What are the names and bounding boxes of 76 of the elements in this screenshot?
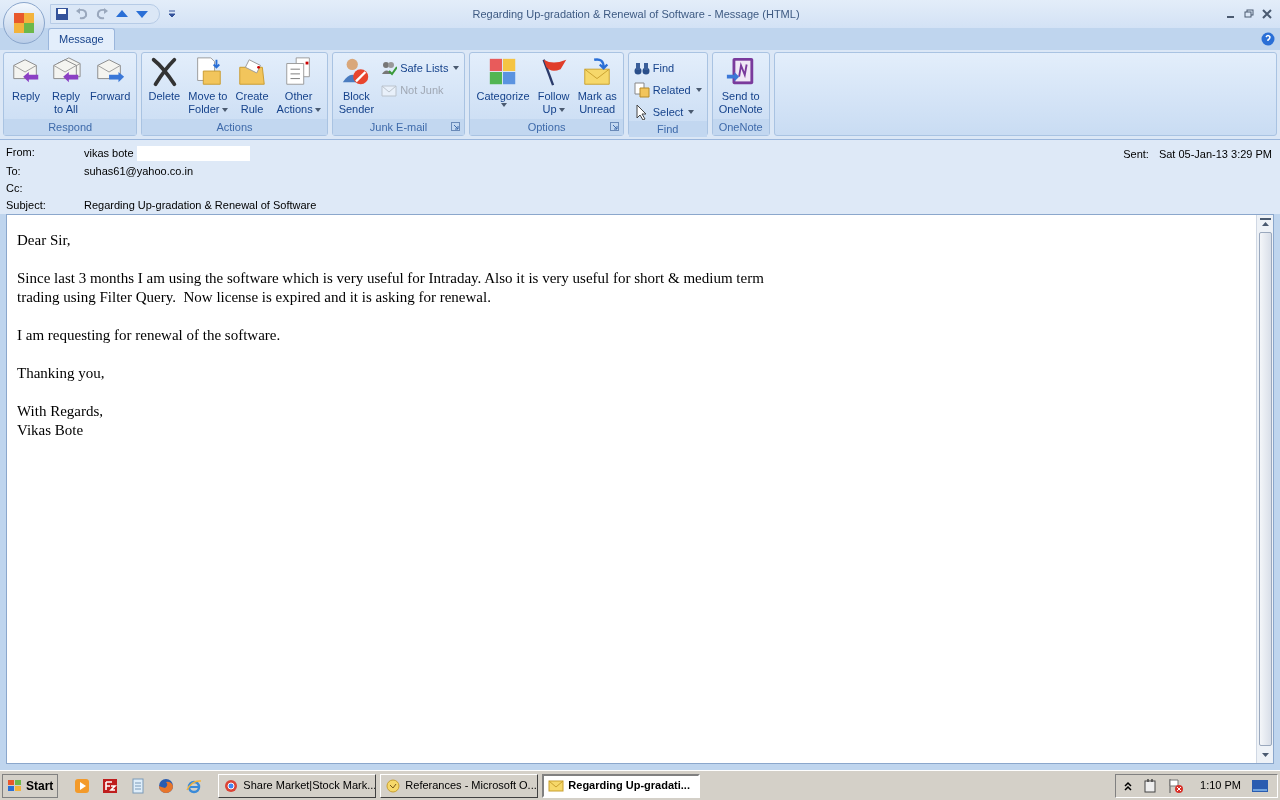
office-button[interactable] bbox=[3, 2, 45, 44]
group-label: Find bbox=[657, 121, 679, 137]
binoculars-icon bbox=[633, 60, 650, 76]
ribbon-button[interactable]: Other Actions bbox=[273, 56, 324, 119]
recipient-address: suhas61@yahoo.co.in bbox=[84, 165, 195, 178]
firefox-icon[interactable] bbox=[158, 777, 175, 794]
ribbon-button[interactable]: Send to OneNote bbox=[715, 56, 766, 119]
ribbon-button[interactable]: Create Rule bbox=[232, 56, 272, 119]
group-label: Actions bbox=[216, 119, 253, 135]
ribbon-button[interactable]: Find bbox=[631, 59, 704, 77]
field-label: To: bbox=[6, 165, 22, 178]
caret-icon bbox=[501, 103, 508, 107]
taskbar-button[interactable]: Share Market|Stock Mark... bbox=[218, 773, 377, 798]
subject-text: Regarding Up-gradation & Renewal of Software bbox=[84, 199, 318, 212]
flag-error-icon[interactable] bbox=[1168, 777, 1185, 794]
field-label: From: bbox=[6, 146, 36, 160]
body-paragraph: I am requesting for renewal of the software. bbox=[17, 326, 282, 345]
save-icon[interactable] bbox=[55, 7, 69, 21]
taskbar-button[interactable]: Regarding Up-gradati... bbox=[542, 773, 701, 798]
body-paragraph: With Regards, Vikas Bote bbox=[17, 402, 105, 440]
chevron-up-icon[interactable] bbox=[1124, 780, 1133, 791]
ribbon-button[interactable]: Reply bbox=[7, 56, 45, 119]
ribbon-button[interactable]: Follow Up bbox=[534, 56, 573, 119]
start-button[interactable]: Start bbox=[2, 773, 59, 798]
help-icon[interactable] bbox=[1261, 32, 1275, 46]
ribbon-button[interactable]: Reply to All bbox=[47, 56, 85, 119]
show-desktop-icon[interactable] bbox=[1251, 777, 1269, 794]
users-check-icon bbox=[381, 60, 398, 76]
field-label: Subject: bbox=[6, 199, 47, 212]
group-label: Options bbox=[527, 119, 566, 135]
app-icon bbox=[223, 778, 240, 793]
window-title: Regarding Up-gradation & Renewal of Software - Message (HTML) bbox=[471, 6, 801, 22]
windows-logo-icon bbox=[7, 778, 23, 793]
dialog-launcher-icon[interactable] bbox=[451, 122, 461, 131]
scroll-thumb[interactable] bbox=[1258, 232, 1272, 746]
caret-icon bbox=[221, 108, 228, 113]
caret-icon bbox=[558, 108, 565, 113]
caret-icon bbox=[695, 88, 702, 92]
caret-icon bbox=[314, 108, 321, 113]
clock: 1:10 PM bbox=[1200, 778, 1241, 794]
envelope-icon bbox=[381, 82, 398, 98]
ribbon-button[interactable]: Move to Folder bbox=[185, 56, 231, 119]
group-label: OneNote bbox=[718, 119, 763, 135]
ribbon-button[interactable]: Categorize bbox=[473, 56, 533, 119]
filezilla-icon[interactable] bbox=[102, 777, 119, 794]
media-player-icon[interactable] bbox=[74, 777, 91, 794]
sender-name: vikas bote bbox=[84, 147, 134, 160]
body-paragraph: Since last 3 months I am using the software which is very useful for Intraday. Also it is very useful for short & medium term trading using Filter Query. Now license is expired and it is asking for renewal. bbox=[17, 269, 765, 307]
field-label: Cc: bbox=[6, 182, 24, 195]
body-paragraph: Thanking you, bbox=[17, 364, 106, 383]
documents-icon bbox=[633, 82, 650, 98]
ribbon-tab[interactable]: Message bbox=[48, 28, 115, 50]
close-icon[interactable] bbox=[1262, 9, 1272, 19]
app-icon bbox=[548, 778, 565, 793]
sent-date: Sat 05-Jan-13 3:29 PM bbox=[1158, 147, 1272, 162]
group-label: Junk E-mail bbox=[369, 119, 428, 135]
ribbon-button[interactable]: Related bbox=[631, 81, 704, 99]
ribbon-button[interactable]: Forward bbox=[87, 56, 134, 119]
dialog-launcher-icon[interactable] bbox=[609, 122, 619, 131]
ribbon-button[interactable]: Safe Lists bbox=[379, 59, 462, 77]
app-icon bbox=[385, 778, 402, 793]
ribbon-button[interactable]: Select bbox=[631, 103, 704, 121]
scrollbar[interactable] bbox=[1256, 215, 1273, 763]
ribbon-button[interactable]: Delete bbox=[145, 56, 184, 119]
ribbon-button[interactable]: Block Sender bbox=[335, 56, 378, 119]
ribbon-button[interactable]: Mark as Unread bbox=[574, 56, 620, 119]
taskbar-button[interactable]: Referances - Microsoft O... bbox=[380, 773, 539, 798]
restore-icon[interactable] bbox=[1244, 9, 1254, 19]
customize-menu-icon[interactable] bbox=[168, 10, 176, 18]
caret-icon bbox=[453, 66, 460, 70]
office-logo-icon bbox=[12, 11, 36, 35]
internet-explorer-icon[interactable] bbox=[186, 777, 203, 794]
body-paragraph: Dear Sir, bbox=[17, 231, 72, 250]
group-label: Respond bbox=[48, 119, 93, 135]
field-label: Sent: bbox=[1123, 147, 1149, 162]
caret-icon bbox=[688, 110, 695, 114]
